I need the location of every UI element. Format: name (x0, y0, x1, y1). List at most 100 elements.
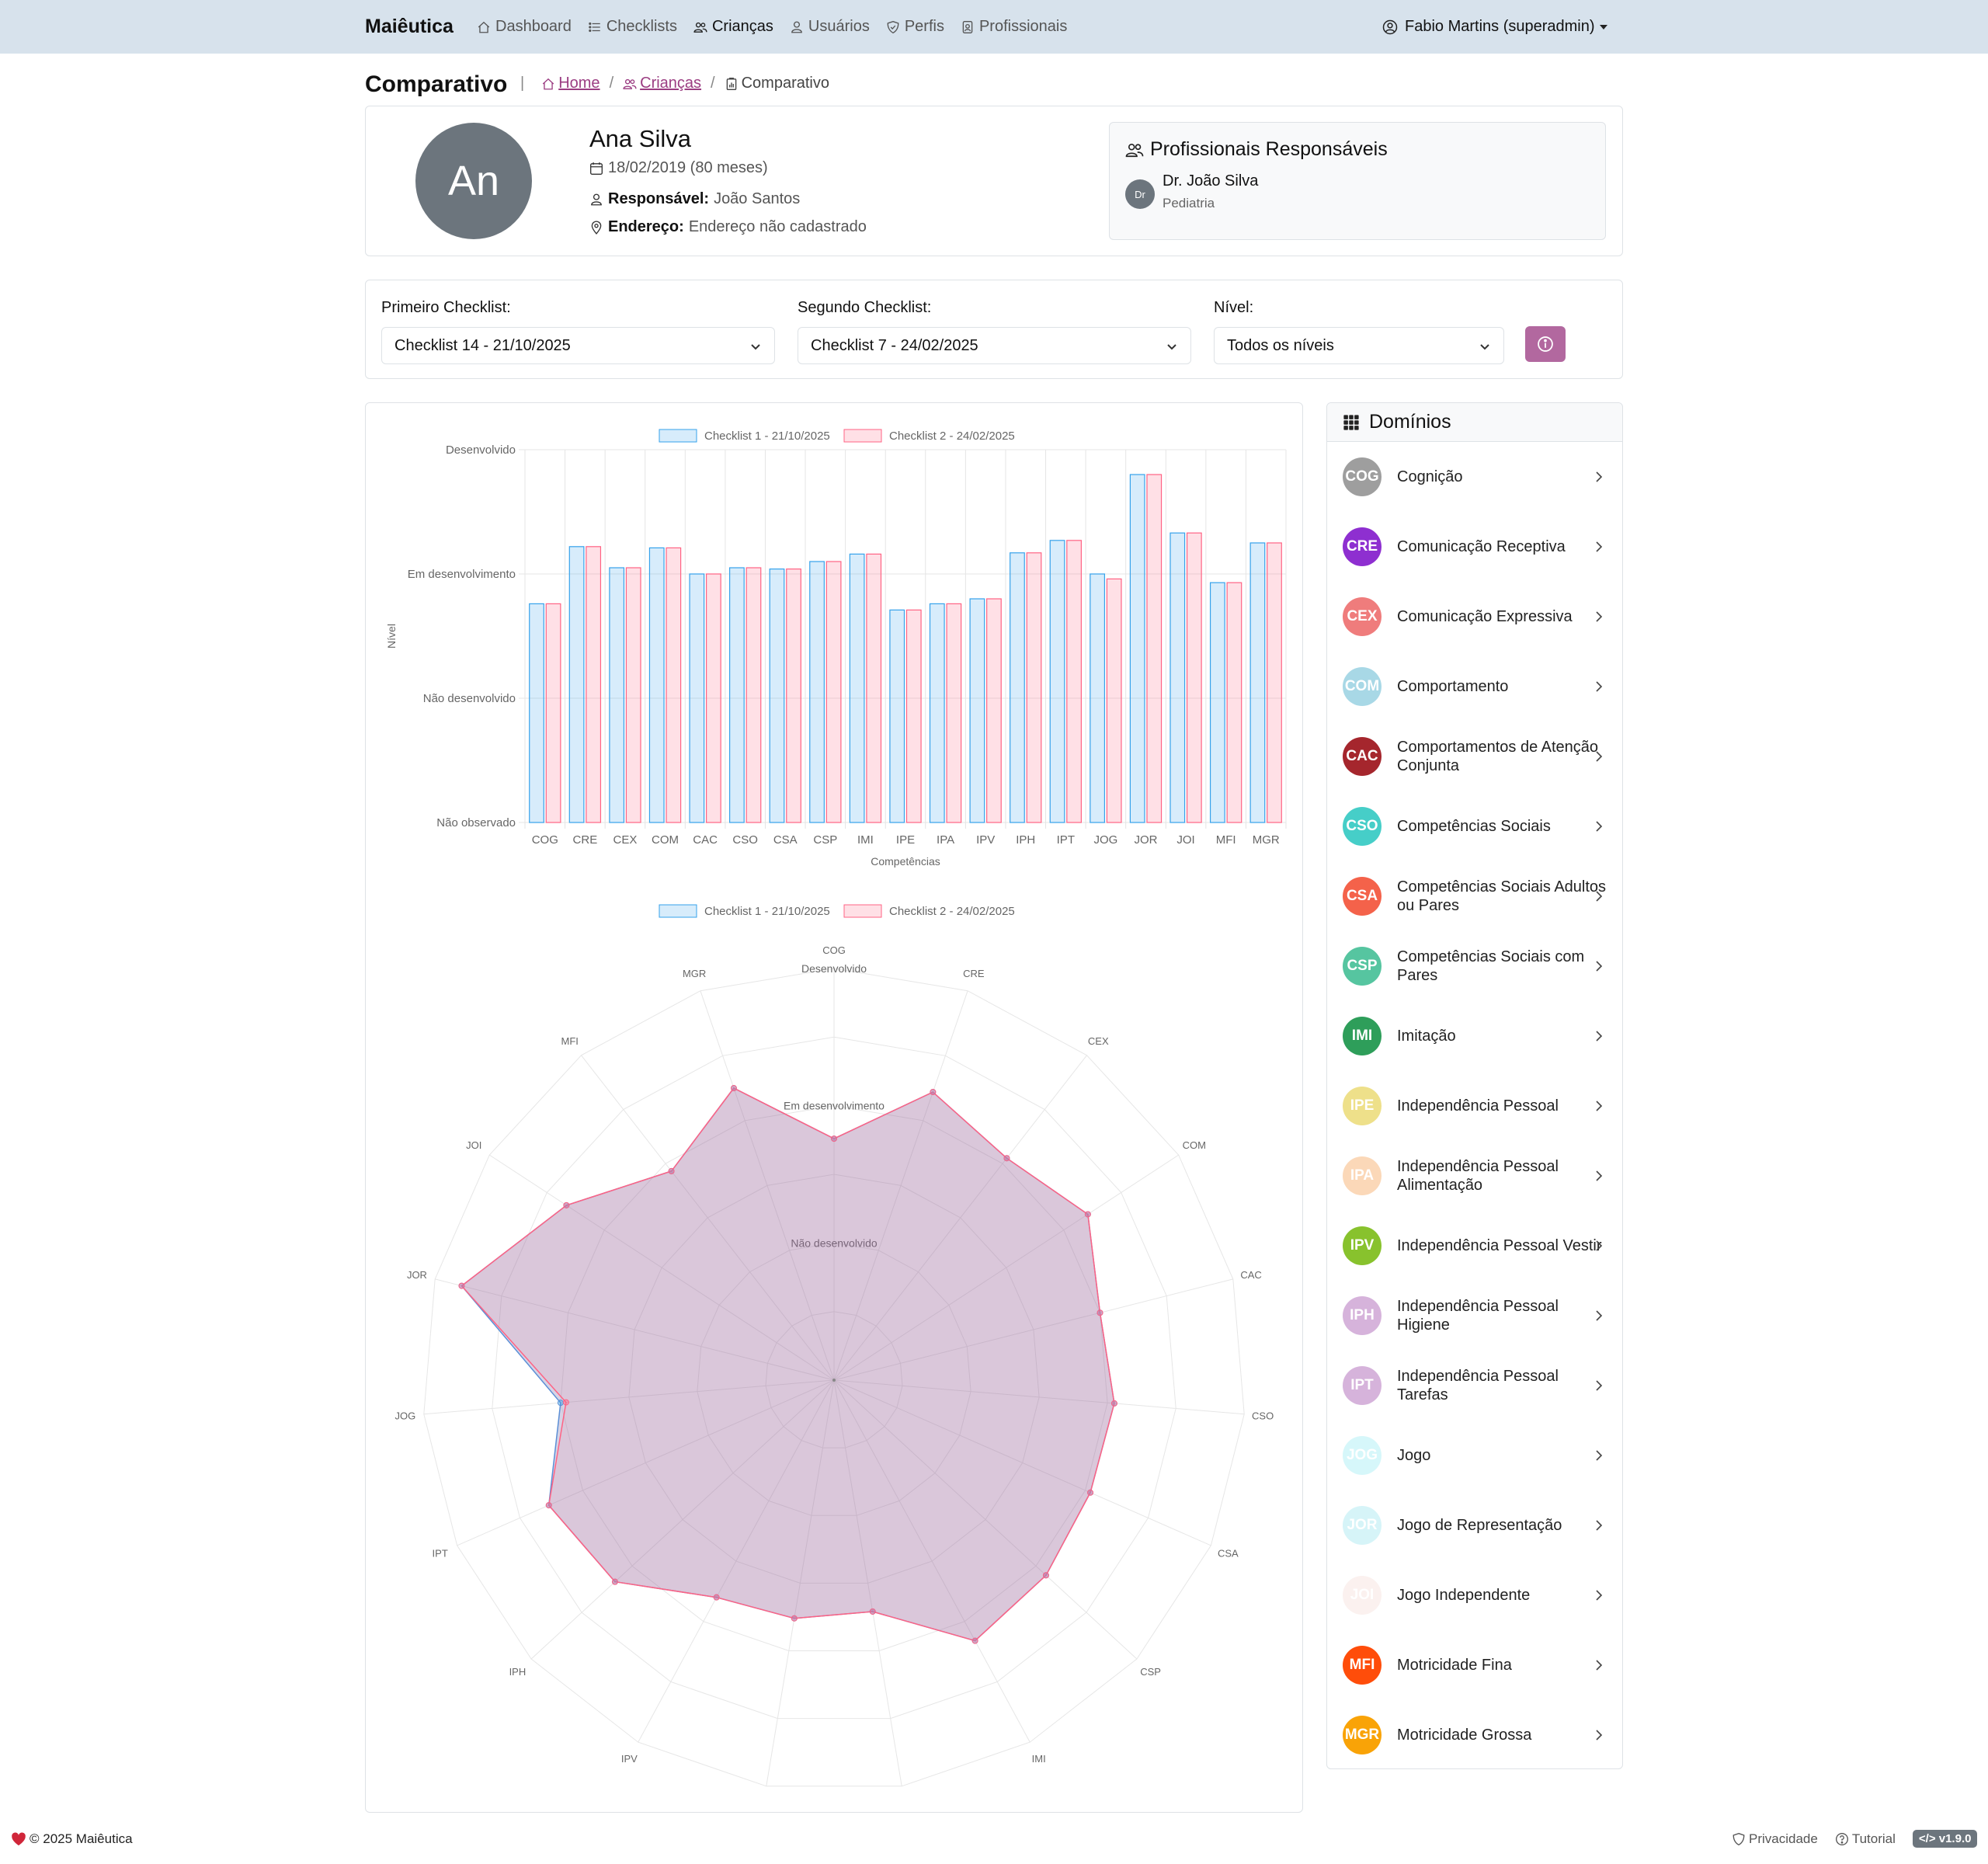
domain-name: Independência Pessoal Higiene (1397, 1298, 1559, 1334)
radar-point-mfi-s2 (668, 1167, 675, 1174)
domains-card: Domínios COG Cognição CRE Comunicação Recep… (1326, 402, 1623, 1769)
radar-point-mgr-s2 (730, 1085, 737, 1092)
shield-icon (1733, 1832, 1745, 1845)
badge-icon (962, 20, 973, 33)
domain-item-csa[interactable]: CSA Competências Sociais Adultos ou Pares (1327, 861, 1622, 931)
nav-checklists[interactable]: Checklists (588, 18, 677, 36)
bar-ipa-s2 (946, 603, 962, 823)
calendar-icon (590, 162, 603, 175)
x-tick-label: CSO (732, 833, 758, 847)
radar-axis-label: IPA (756, 1799, 771, 1801)
people-icon (1125, 143, 1144, 157)
domain-item-joi[interactable]: JOI Jogo Independente (1327, 1560, 1622, 1630)
brand-logo[interactable]: Maiêutica (365, 16, 454, 38)
nav-professionals-label: Profissionais (978, 18, 1068, 35)
child-birth-value: 18/02/2019 (80 meses) (608, 159, 768, 176)
domain-item-ipa[interactable]: IPA Independência Pessoal Alimentação (1327, 1141, 1622, 1211)
radar-point-com-s2 (1084, 1211, 1091, 1218)
nav-users[interactable]: Usuários (790, 18, 870, 36)
bar-cog-s2 (545, 603, 561, 823)
domain-name: Independência Pessoal (1397, 1097, 1559, 1115)
radar-point-csa-s2 (1087, 1489, 1094, 1496)
domain-name: Imitação (1397, 1028, 1456, 1045)
chevron-right-icon (1596, 1240, 1603, 1251)
x-tick-label: IPV (976, 833, 995, 847)
domain-item-iph[interactable]: IPH Independência Pessoal Higiene (1327, 1281, 1622, 1351)
domain-item-ipv[interactable]: IPV Independência Pessoal Vestir (1327, 1211, 1622, 1281)
domain-item-cog[interactable]: COG Cognição (1327, 442, 1622, 512)
x-tick-label: CEX (613, 833, 638, 847)
breadcrumb-separator: / (711, 75, 715, 92)
privacy-link[interactable]: Privacidade (1732, 1831, 1818, 1847)
radar-point-ipv-s2 (713, 1594, 720, 1601)
first-checklist-select[interactable]: Checklist 14 - 21/10/2025 (381, 327, 775, 364)
nav-children[interactable]: Crianças (693, 18, 773, 36)
domain-item-jor[interactable]: JOR Jogo de Representação (1327, 1490, 1622, 1560)
bar-jog-s1 (1090, 573, 1105, 823)
domain-item-jog[interactable]: JOG Jogo (1327, 1421, 1622, 1490)
domain-item-cre[interactable]: CRE Comunicação Receptiva (1327, 512, 1622, 582)
domain-item-imi[interactable]: IMI Imitação (1327, 1001, 1622, 1071)
domain-item-mgr[interactable]: MGR Motricidade Grossa (1327, 1700, 1622, 1770)
domain-name: Independência Pessoal Alimentação (1397, 1158, 1559, 1194)
x-tick-label: MFI (1216, 833, 1236, 847)
level-select[interactable]: Todos os níveis (1214, 327, 1504, 364)
nav-profiles[interactable]: Perfis (886, 18, 944, 36)
radar-area-s2 (461, 1087, 1115, 1642)
second-checklist-select[interactable]: Checklist 7 - 24/02/2025 (798, 327, 1191, 364)
version-badge: </> v1.9.0 (1912, 1830, 1978, 1848)
legend-label: Checklist 2 - 24/02/2025 (889, 905, 1015, 918)
bar-ipa-s1 (929, 603, 945, 823)
child-name: Ana Silva (589, 125, 691, 152)
domain-item-csp[interactable]: CSP Competências Sociais com Pares (1327, 931, 1622, 1001)
nav-professionals[interactable]: Profissionais (961, 18, 1067, 36)
nav-users-label: Usuários (808, 18, 870, 35)
bar-iph-s2 (1026, 552, 1042, 823)
bar-ipe-s1 (889, 609, 905, 823)
radar-chart: Checklist 1 - 21/10/2025 Checklist 2 - 24… (395, 904, 1274, 1801)
y-axis-title: Nível (385, 624, 398, 649)
nav-profiles-label: Perfis (904, 18, 944, 35)
legend-label: Checklist 1 - 21/10/2025 (704, 905, 830, 918)
user-menu[interactable]: Fabio Martins (superadmin) (1382, 0, 1607, 54)
x-tick-label: COM (652, 833, 679, 847)
domain-item-com[interactable]: COM Comportamento (1327, 652, 1622, 722)
domain-item-ipt[interactable]: IPT Independência Pessoal Tarefas (1327, 1351, 1622, 1421)
radar-axis-label: IMI (1032, 1753, 1046, 1765)
info-button[interactable] (1525, 326, 1566, 362)
user-name: Fabio Martins (superadmin) (1405, 18, 1595, 35)
domain-name: Jogo Independente (1397, 1587, 1531, 1604)
nav-dashboard[interactable]: Dashboard (477, 18, 572, 36)
responsible-value: João Santos (714, 190, 801, 207)
professional-avatar: Dr (1125, 179, 1155, 209)
bar-cso-s1 (729, 567, 745, 823)
chevron-right-icon (1596, 681, 1603, 692)
domains-list: COG Cognição CRE Comunicação Receptiva CEX Co… (1327, 442, 1622, 1770)
chevron-right-icon (1596, 1660, 1603, 1671)
bar-ipv-s2 (986, 598, 1002, 823)
radar-point-jor-s2 (458, 1282, 465, 1289)
domain-item-cex[interactable]: CEX Comunicação Expressiva (1327, 582, 1622, 652)
breadcrumb-home[interactable]: Home (541, 75, 600, 92)
domain-name: Cognição (1397, 468, 1463, 485)
domain-badge: MGR (1343, 1716, 1382, 1754)
chevron-right-icon (1596, 471, 1603, 482)
domain-item-cso[interactable]: CSO Competências Sociais (1327, 791, 1622, 861)
domain-badge: IPA (1343, 1156, 1382, 1195)
domain-badge: CSA (1343, 877, 1382, 916)
domain-name: Comportamentos de Atenção Conjunta (1397, 739, 1599, 774)
domain-item-ipe[interactable]: IPE Independência Pessoal (1327, 1071, 1622, 1141)
breadcrumb-children[interactable]: Crianças (623, 75, 701, 92)
radar-axis-label: IPT (433, 1548, 448, 1560)
chevron-right-icon (1596, 541, 1603, 552)
professional-name[interactable]: Dr. João Silva (1163, 172, 1258, 190)
radar-point-ipe-s2 (869, 1608, 876, 1615)
radar-axis-label: JOG (395, 1410, 416, 1422)
radar-axis-label: IPH (509, 1666, 527, 1678)
grid-icon (1343, 414, 1359, 430)
tutorial-link[interactable]: Tutorial (1835, 1831, 1896, 1847)
domain-item-cac[interactable]: CAC Comportamentos de Atenção Conjunta (1327, 722, 1622, 791)
radar-tick-label: Desenvolvido (801, 962, 867, 975)
radar-tick-label: Em desenvolvimento (784, 1100, 885, 1112)
domain-item-mfi[interactable]: MFI Motricidade Fina (1327, 1630, 1622, 1700)
